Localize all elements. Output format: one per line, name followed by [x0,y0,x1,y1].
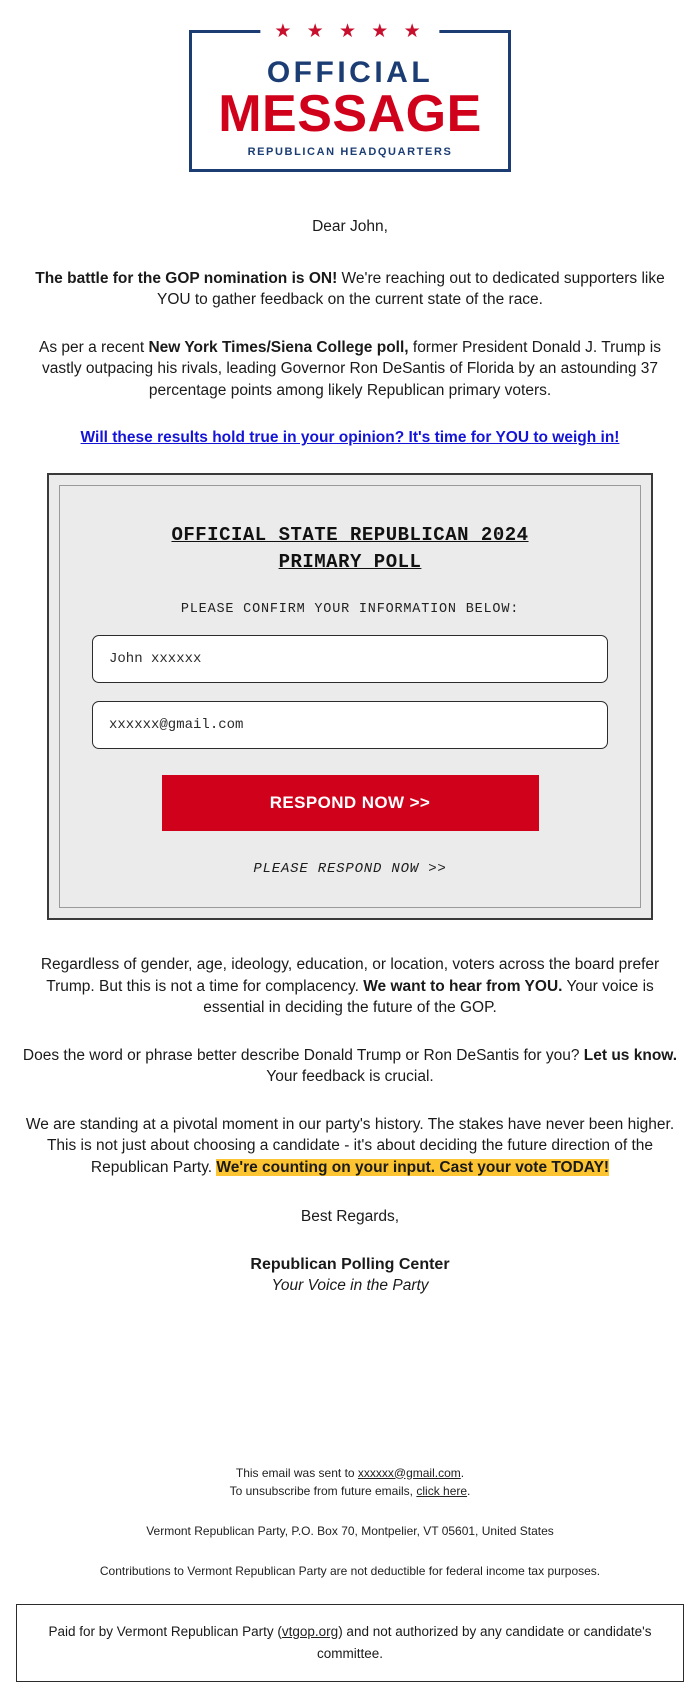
respond-now-button[interactable]: RESPOND NOW >> [161,775,539,831]
contributions-notice: Contributions to Vermont Republican Part… [99,1563,601,1578]
please-respond-note: PLEASE RESPOND NOW >> [253,861,447,877]
poll-pre-text: As per a recent [39,338,149,356]
email-footer: This email was sent to xxxxxx@gmail.com.… [0,1464,700,1580]
signature-name: Republican Polling Center [250,1255,450,1273]
header-logo: ★ ★ ★ ★ ★ OFFICIAL MESSAGE REPUBLICAN HE… [0,0,700,172]
sent-to-line: This email was sent to xxxxxx@gmail.com. [30,1464,670,1482]
mailing-address: Vermont Republican Party, P.O. Box 70, M… [146,1523,554,1538]
unsubscribe-prefix: To unsubscribe from future emails, [229,1483,417,1498]
regards-text: Best Regards, [300,1208,400,1225]
closing2-b: Your feedback is crucial. [266,1068,434,1085]
stars-icon: ★ ★ ★ ★ ★ [260,20,440,44]
disclaimer-prefix: Paid for by Vermont Republican Party ( [48,1623,282,1639]
poll-subtitle: PLEASE CONFIRM YOUR INFORMATION BELOW: [180,602,520,617]
greeting-text: Dear John, [312,218,388,235]
name-field-value: John xxxxxx [109,651,202,667]
unsubscribe-suffix: . [467,1483,471,1498]
signature-block: Republican Polling Center Your Voice in … [22,1254,678,1296]
closing-paragraph-1: Regardless of gender, age, ideology, edu… [22,954,678,1019]
intro-bold-text: The battle for the GOP nomination is ON! [35,269,338,287]
poll-paragraph: As per a recent New York Times/Siena Col… [22,337,678,402]
unsubscribe-link[interactable]: click here [416,1484,467,1498]
disclaimer-suffix: ) and not authorized by any candidate or… [316,1623,652,1661]
name-field[interactable]: John xxxxxx [92,635,608,683]
closing-body: Regardless of gender, age, ideology, edu… [0,954,700,1296]
sent-to-suffix: . [460,1465,465,1480]
signature-tagline: Your Voice in the Party [271,1276,429,1294]
logo-message-text: MESSAGE [218,85,482,144]
logo-text-group: OFFICIAL MESSAGE REPUBLICAN HEADQUARTERS [192,56,508,158]
closing-paragraph-3: We are standing at a pivotal moment in o… [22,1114,678,1179]
poll-source-bold: New York Times/Siena College poll, [148,338,409,356]
sent-to-prefix: This email was sent to [235,1465,358,1480]
closing1-bold: We want to hear from YOU. [363,977,563,995]
email-field[interactable]: xxxxxx@gmail.com [92,701,608,749]
closing-paragraph-2: Does the word or phrase better describe … [22,1045,678,1088]
weigh-in-link[interactable]: Will these results hold true in your opi… [81,429,620,446]
logo-subtitle-text: REPUBLICAN HEADQUARTERS [247,146,453,159]
poll-title-line1: OFFICIAL STATE REPUBLICAN 2024 [171,524,529,546]
poll-title-line2: PRIMARY POLL [278,551,422,573]
intro-paragraph: The battle for the GOP nomination is ON!… [22,268,678,311]
paid-for-disclaimer: Paid for by Vermont Republican Party (vt… [16,1603,684,1682]
letter-body: Dear John, The battle for the GOP nomina… [0,216,700,447]
logo-frame: ★ ★ ★ ★ ★ OFFICIAL MESSAGE REPUBLICAN HE… [189,20,511,172]
closing2-a: Does the word or phrase better describe … [22,1046,584,1064]
closing2-bold: Let us know. [583,1046,678,1064]
unsubscribe-line: To unsubscribe from future emails, click… [30,1482,670,1500]
recipient-email-link[interactable]: xxxxxx@gmail.com [358,1466,461,1480]
highlighted-call-to-action: We're counting on your input. Cast your … [216,1158,610,1176]
email-page: ★ ★ ★ ★ ★ OFFICIAL MESSAGE REPUBLICAN HE… [0,0,700,1682]
cta-link-row: Will these results hold true in your opi… [22,429,678,447]
vtgop-link[interactable]: vtgop.org [282,1624,338,1639]
email-field-value: xxxxxx@gmail.com [109,717,244,733]
poll-card: OFFICIAL STATE REPUBLICAN 2024 PRIMARY P… [47,473,653,920]
poll-title: OFFICIAL STATE REPUBLICAN 2024 PRIMARY P… [92,522,608,576]
poll-card-inner: OFFICIAL STATE REPUBLICAN 2024 PRIMARY P… [59,485,641,908]
